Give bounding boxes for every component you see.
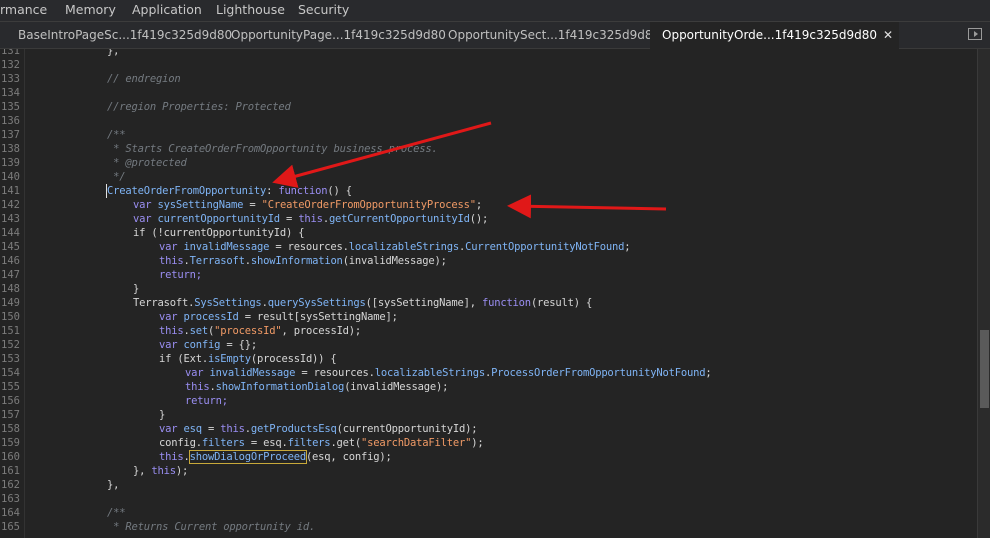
file-tab-opportunity-section[interactable]: OpportunitySect...1f419c325d9d80 — [448, 22, 660, 48]
code-line: 150 var processId = result[sysSettingName… — [1, 311, 398, 323]
code-line: 137/** — [1, 129, 126, 141]
code-line: 134 — [1, 87, 20, 99]
code-line: 135//region Properties: Protected — [1, 101, 291, 113]
code-line: 143 var currentOpportunityId = this.getCu… — [1, 213, 489, 225]
code-line: 138 * Starts CreateOrderFromOpportunity … — [1, 143, 438, 155]
toggle-sidebar-icon[interactable] — [968, 28, 982, 40]
file-tab-bar: BaseIntroPageSc...1f419c325d9d80 Opportu… — [0, 22, 990, 49]
code-line: 153 if (Ext.isEmpty(processId)) { — [1, 353, 337, 365]
code-line: 148} — [1, 283, 140, 295]
code-line: 158 var esq = this.getProductsEsq(current… — [1, 423, 478, 435]
file-tab-base-intro-page[interactable]: BaseIntroPageSc...1f419c325d9d80 — [18, 22, 232, 48]
file-tab-opportunity-page[interactable]: OpportunityPage...1f419c325d9d80 — [231, 22, 446, 48]
tab-lighthouse[interactable]: Lighthouse — [216, 0, 285, 22]
vertical-scrollbar[interactable] — [977, 49, 990, 538]
code-line: 155 this.showInformationDialog(invalidMes… — [1, 381, 449, 393]
highlighted-token: showDialogOrProceed — [188, 450, 307, 464]
tab-application[interactable]: Application — [132, 0, 202, 22]
close-icon[interactable]: ✕ — [883, 22, 893, 48]
scrollbar-thumb[interactable] — [980, 330, 989, 408]
code-line: 146 this.Terrasoft.showInformation(invali… — [1, 255, 447, 267]
file-tab-opportunity-order[interactable]: OpportunityOrde...1f419c325d9d80 ✕ — [650, 22, 900, 49]
code-line: 161}, this); — [1, 465, 189, 477]
code-line: 162}, — [1, 479, 120, 491]
code-line: 132 — [1, 59, 20, 71]
code-line: 141 CreateOrderFromOpportunity: function(… — [1, 185, 352, 197]
code-line: 163 — [1, 493, 20, 505]
tab-security[interactable]: Security — [298, 0, 349, 22]
code-line: 152 var config = {}; — [1, 339, 257, 351]
code-line: 139 * @protected — [1, 157, 187, 169]
text-cursor — [106, 184, 107, 198]
tab-memory[interactable]: Memory — [65, 0, 116, 22]
code-line: 144 if (!currentOpportunityId) { — [1, 227, 305, 239]
code-line: 157} — [1, 409, 166, 421]
code-line: 165 * Returns Current opportunity id. — [1, 521, 316, 533]
code-line: 164/** — [1, 507, 126, 519]
code-line: 142 var sysSettingName = "CreateOrderFrom… — [1, 199, 482, 211]
code-line: 154 var invalidMessage = resources.locali… — [1, 367, 712, 379]
code-line: 156 return; — [1, 395, 228, 407]
tab-performance[interactable]: rmance — [0, 0, 47, 22]
code-line: 145 var invalidMessage = resources.locali… — [1, 241, 631, 253]
file-tab-label: OpportunityOrde...1f419c325d9d80 — [662, 28, 878, 42]
code-line: 133// endregion — [1, 73, 181, 85]
code-line: 159 config.filters = esq.filters.get("sea… — [1, 437, 484, 449]
code-line: 131}, — [1, 49, 120, 57]
code-line: 149 Terrasoft.SysSettings.querySysSetting… — [1, 297, 593, 309]
code-editor[interactable]: 131}, 132 133// endregion 134 135//regio… — [0, 49, 977, 538]
code-line: 140 */ — [1, 171, 126, 183]
code-line: 136 — [1, 115, 20, 127]
devtools-tab-bar: rmance Memory Application Lighthouse Sec… — [0, 0, 990, 22]
code-line: 151 this.set("processId", processId); — [1, 325, 362, 337]
code-line: 160 this.showDialogOrProceed(esq, config)… — [1, 450, 392, 464]
code-line: 147 return; — [1, 269, 202, 281]
